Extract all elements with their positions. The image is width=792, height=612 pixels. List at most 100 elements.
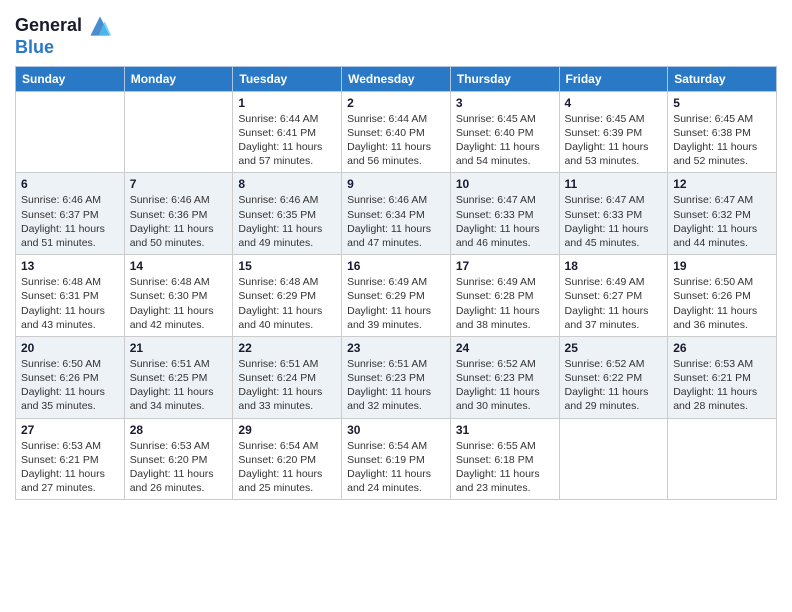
calendar-week-row: 1 Sunrise: 6:44 AMSunset: 6:41 PM Daylight… [16, 91, 777, 173]
calendar-cell: 4 Sunrise: 6:45 AMSunset: 6:39 PMDaylight… [559, 91, 668, 173]
logo-icon [84, 10, 116, 42]
sunset-text: Sunset: 6:33 PM [565, 208, 663, 222]
day-info: Sunrise: 6:44 AMSunset: 6:40 PMDaylight:… [347, 112, 445, 169]
sunset-text: Sunset: 6:26 PM [21, 371, 119, 385]
calendar-cell: 24Sunrise: 6:52 AMSunset: 6:23 PMDayligh… [450, 336, 559, 418]
day-number: 23 [347, 341, 445, 355]
calendar-cell: 15 Sunrise: 6:48 AMSunset: 6:29 PMDayligh… [233, 255, 342, 337]
calendar-cell: 8 Sunrise: 6:46 AMSunset: 6:35 PMDaylight… [233, 173, 342, 255]
sunset-text: Sunset: 6:23 PM [456, 371, 554, 385]
calendar-cell: 13Sunrise: 6:48 AMSunset: 6:31 PMDayligh… [16, 255, 125, 337]
daylight-text: Daylight: 11 hours and 40 minutes. [238, 304, 336, 332]
day-info: Sunrise: 6:45 AMSunset: 6:40 PMDaylight:… [456, 112, 554, 169]
sunset-text: Sunset: 6:29 PM [238, 289, 336, 303]
sunrise-text: Sunrise: 6:49 AM [456, 275, 554, 289]
sunrise-text: Sunrise: 6:46 AM [347, 193, 445, 207]
sunset-text: Sunset: 6:36 PM [130, 208, 228, 222]
day-info: Sunrise: 6:51 AMSunset: 6:24 PMDaylight:… [238, 357, 336, 414]
calendar-cell: 21 Sunrise: 6:51 AMSunset: 6:25 PMDayligh… [124, 336, 233, 418]
day-number: 21 [130, 341, 228, 355]
day-number: 30 [347, 423, 445, 437]
sunrise-text: Sunrise: 6:54 AM [347, 439, 445, 453]
day-number: 15 [238, 259, 336, 273]
sunrise-text: Sunrise: 6:50 AM [21, 357, 119, 371]
sunrise-text: Sunrise: 6:54 AM [238, 439, 336, 453]
calendar-week-row: 20Sunrise: 6:50 AMSunset: 6:26 PMDayligh… [16, 336, 777, 418]
calendar-cell: 17Sunrise: 6:49 AMSunset: 6:28 PMDayligh… [450, 255, 559, 337]
day-info: Sunrise: 6:46 AMSunset: 6:34 PMDaylight:… [347, 193, 445, 250]
sunrise-text: Sunrise: 6:52 AM [565, 357, 663, 371]
sunset-text: Sunset: 6:32 PM [673, 208, 771, 222]
daylight-text: Daylight: 11 hours and 45 minutes. [565, 222, 663, 250]
header: General Blue [15, 10, 777, 58]
sunrise-text: Sunrise: 6:49 AM [347, 275, 445, 289]
sunrise-text: Sunrise: 6:51 AM [130, 357, 228, 371]
day-number: 12 [673, 177, 771, 191]
sunrise-text: Sunrise: 6:47 AM [673, 193, 771, 207]
calendar-week-row: 6Sunrise: 6:46 AMSunset: 6:37 PMDaylight… [16, 173, 777, 255]
calendar-cell: 22Sunrise: 6:51 AMSunset: 6:24 PMDayligh… [233, 336, 342, 418]
day-number: 24 [456, 341, 554, 355]
day-number: 26 [673, 341, 771, 355]
day-info: Sunrise: 6:47 AMSunset: 6:33 PMDaylight:… [565, 193, 663, 250]
day-info: Sunrise: 6:51 AMSunset: 6:25 PMDaylight:… [130, 357, 228, 414]
calendar-cell: 16Sunrise: 6:49 AMSunset: 6:29 PMDayligh… [342, 255, 451, 337]
sunrise-text: Sunrise: 6:53 AM [130, 439, 228, 453]
sunrise-text: Sunrise: 6:52 AM [456, 357, 554, 371]
calendar-cell: 27Sunrise: 6:53 AMSunset: 6:21 PMDayligh… [16, 418, 125, 500]
calendar-cell: 1Sunrise: 6:44 AMSunset: 6:41 PMDaylight… [233, 91, 342, 173]
day-number: 2 [347, 96, 445, 110]
daylight-text: Daylight: 11 hours and 35 minutes. [21, 385, 119, 413]
calendar-cell: 20Sunrise: 6:50 AMSunset: 6:26 PMDayligh… [16, 336, 125, 418]
day-number: 13 [21, 259, 119, 273]
sunset-text: Sunset: 6:28 PM [456, 289, 554, 303]
day-number: 8 [238, 177, 336, 191]
day-number: 19 [673, 259, 771, 273]
day-number: 17 [456, 259, 554, 273]
calendar-cell: 30Sunrise: 6:54 AMSunset: 6:19 PMDayligh… [342, 418, 451, 500]
sunset-text: Sunset: 6:27 PM [565, 289, 663, 303]
sunrise-text: Sunrise: 6:45 AM [565, 112, 663, 126]
daylight-text: Daylight: 11 hours and 34 minutes. [130, 385, 228, 413]
day-number: 5 [673, 96, 771, 110]
day-info: Sunrise: 6:48 AMSunset: 6:29 PMDaylight:… [238, 275, 336, 332]
daylight-text: Daylight: 11 hours and 36 minutes. [673, 304, 771, 332]
daylight-text: Daylight: 11 hours and 32 minutes. [347, 385, 445, 413]
daylight-text: Daylight: 11 hours and 49 minutes. [238, 222, 336, 250]
day-info: Sunrise: 6:45 AMSunset: 6:38 PMDaylight:… [673, 112, 771, 169]
calendar-cell: 19Sunrise: 6:50 AMSunset: 6:26 PMDayligh… [668, 255, 777, 337]
calendar-header-wednesday: Wednesday [342, 66, 451, 91]
sunset-text: Sunset: 6:20 PM [238, 453, 336, 467]
sunset-text: Sunset: 6:26 PM [673, 289, 771, 303]
calendar-cell: 12Sunrise: 6:47 AMSunset: 6:32 PMDayligh… [668, 173, 777, 255]
day-info: Sunrise: 6:52 AMSunset: 6:22 PMDaylight:… [565, 357, 663, 414]
day-number: 4 [565, 96, 663, 110]
day-number: 14 [130, 259, 228, 273]
day-info: Sunrise: 6:45 AMSunset: 6:39 PMDaylight:… [565, 112, 663, 169]
day-info: Sunrise: 6:46 AMSunset: 6:35 PMDaylight:… [238, 193, 336, 250]
calendar-header-thursday: Thursday [450, 66, 559, 91]
calendar-header-saturday: Saturday [668, 66, 777, 91]
sunset-text: Sunset: 6:34 PM [347, 208, 445, 222]
daylight-text: Daylight: 11 hours and 27 minutes. [21, 467, 119, 495]
calendar-cell: 18Sunrise: 6:49 AMSunset: 6:27 PMDayligh… [559, 255, 668, 337]
calendar-cell: 6Sunrise: 6:46 AMSunset: 6:37 PMDaylight… [16, 173, 125, 255]
calendar-header-row: SundayMondayTuesdayWednesdayThursdayFrid… [16, 66, 777, 91]
day-info: Sunrise: 6:48 AMSunset: 6:30 PMDaylight:… [130, 275, 228, 332]
calendar-cell: 14 Sunrise: 6:48 AMSunset: 6:30 PMDayligh… [124, 255, 233, 337]
daylight-text: Daylight: 11 hours and 25 minutes. [238, 467, 336, 495]
daylight-text: Daylight: 11 hours and 54 minutes. [456, 140, 554, 168]
sunrise-text: Sunrise: 6:48 AM [21, 275, 119, 289]
daylight-text: Daylight: 11 hours and 28 minutes. [673, 385, 771, 413]
sunrise-text: Sunrise: 6:44 AM [238, 112, 336, 126]
page: General Blue SundayMondayTuesdayWednesda… [0, 0, 792, 612]
day-number: 1 [238, 96, 336, 110]
logo-blue-text: Blue [15, 38, 54, 58]
sunset-text: Sunset: 6:41 PM [238, 126, 336, 140]
calendar-week-row: 13Sunrise: 6:48 AMSunset: 6:31 PMDayligh… [16, 255, 777, 337]
calendar-cell: 25Sunrise: 6:52 AMSunset: 6:22 PMDayligh… [559, 336, 668, 418]
day-info: Sunrise: 6:47 AMSunset: 6:33 PMDaylight:… [456, 193, 554, 250]
calendar-cell [124, 91, 233, 173]
sunset-text: Sunset: 6:21 PM [21, 453, 119, 467]
sunset-text: Sunset: 6:24 PM [238, 371, 336, 385]
